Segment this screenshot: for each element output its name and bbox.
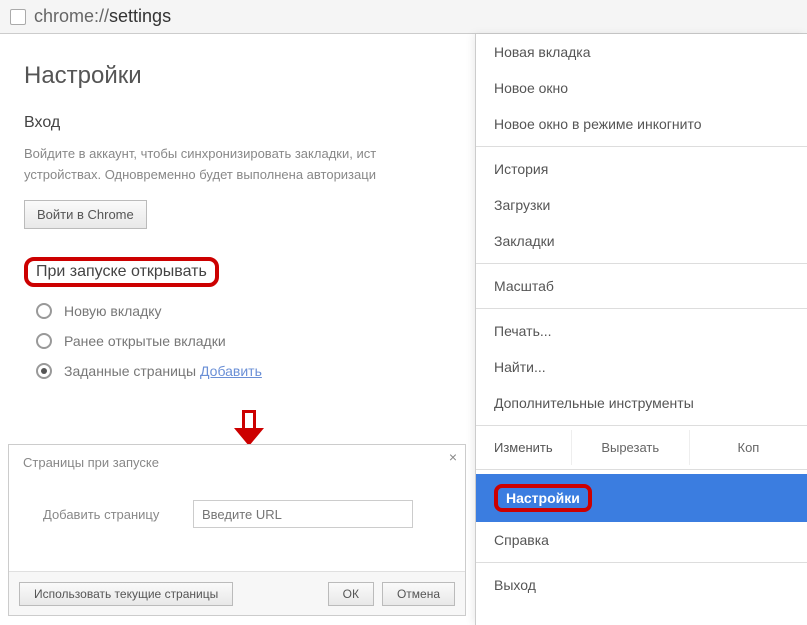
highlight-settings-menu: Настройки <box>494 484 592 512</box>
add-page-row: Добавить страницу <box>43 500 451 528</box>
menu-history[interactable]: История <box>476 151 807 187</box>
radio-icon <box>36 333 52 349</box>
startup-heading: При запуске открывать <box>36 263 207 281</box>
startup-option-label: Ранее открытые вкладки <box>64 333 226 349</box>
menu-separator <box>476 308 807 309</box>
add-page-label: Добавить страницу <box>43 507 193 522</box>
page-icon <box>10 9 26 25</box>
ok-button[interactable]: ОК <box>328 582 374 606</box>
menu-exit[interactable]: Выход <box>476 567 807 603</box>
address-bar[interactable]: chrome://settings <box>0 0 807 34</box>
menu-zoom[interactable]: Масштаб <box>476 268 807 304</box>
startup-option-label: Новую вкладку <box>64 303 162 319</box>
menu-separator <box>476 469 807 470</box>
add-pages-link[interactable]: Добавить <box>200 363 262 379</box>
login-helper: Войдите в аккаунт, чтобы синхронизироват… <box>24 144 451 186</box>
menu-print[interactable]: Печать... <box>476 313 807 349</box>
menu-more-tools[interactable]: Дополнительные инструменты <box>476 385 807 421</box>
menu-separator <box>476 425 807 426</box>
menu-separator <box>476 562 807 563</box>
cancel-button[interactable]: Отмена <box>382 582 455 606</box>
menu-new-window[interactable]: Новое окно <box>476 70 807 106</box>
login-heading: Вход <box>24 114 451 132</box>
menu-separator <box>476 146 807 147</box>
menu-bookmarks[interactable]: Закладки <box>476 223 807 259</box>
menu-downloads[interactable]: Загрузки <box>476 187 807 223</box>
url-text: chrome://settings <box>34 6 171 27</box>
highlight-startup-heading: При запуске открывать <box>24 257 219 287</box>
startup-pages-dialog: × Страницы при запуске Добавить страницу… <box>8 444 466 616</box>
radio-icon <box>36 363 52 379</box>
menu-help[interactable]: Справка <box>476 522 807 558</box>
menu-new-tab[interactable]: Новая вкладка <box>476 34 807 70</box>
sign-in-button[interactable]: Войти в Chrome <box>24 200 147 229</box>
menu-cut[interactable]: Вырезать <box>571 430 689 465</box>
startup-option-label: Заданные страницы <box>64 363 196 379</box>
url-path: settings <box>109 6 171 26</box>
dialog-title: Страницы при запуске <box>23 455 451 470</box>
settings-page: Настройки Вход Войдите в аккаунт, чтобы … <box>0 34 475 411</box>
startup-option-new-tab[interactable]: Новую вкладку <box>36 303 451 319</box>
close-icon[interactable]: × <box>449 449 457 465</box>
page-title: Настройки <box>24 62 451 90</box>
menu-incognito[interactable]: Новое окно в режиме инкогнито <box>476 106 807 142</box>
chrome-menu: Новая вкладка Новое окно Новое окно в ре… <box>475 34 807 625</box>
radio-icon <box>36 303 52 319</box>
menu-edit-row: Изменить Вырезать Коп <box>476 430 807 465</box>
dialog-footer: Использовать текущие страницы ОК Отмена <box>9 571 465 615</box>
menu-find[interactable]: Найти... <box>476 349 807 385</box>
url-scheme: chrome:// <box>34 6 109 26</box>
startup-option-set-pages[interactable]: Заданные страницы Добавить <box>36 363 451 379</box>
menu-separator <box>476 263 807 264</box>
use-current-button[interactable]: Использовать текущие страницы <box>19 582 233 606</box>
menu-settings[interactable]: Настройки <box>476 474 807 522</box>
startup-radio-group: Новую вкладку Ранее открытые вкладки Зад… <box>24 303 451 379</box>
menu-copy[interactable]: Коп <box>689 430 807 465</box>
url-input[interactable] <box>193 500 413 528</box>
startup-option-previous[interactable]: Ранее открытые вкладки <box>36 333 451 349</box>
menu-edit-label: Изменить <box>476 430 571 465</box>
